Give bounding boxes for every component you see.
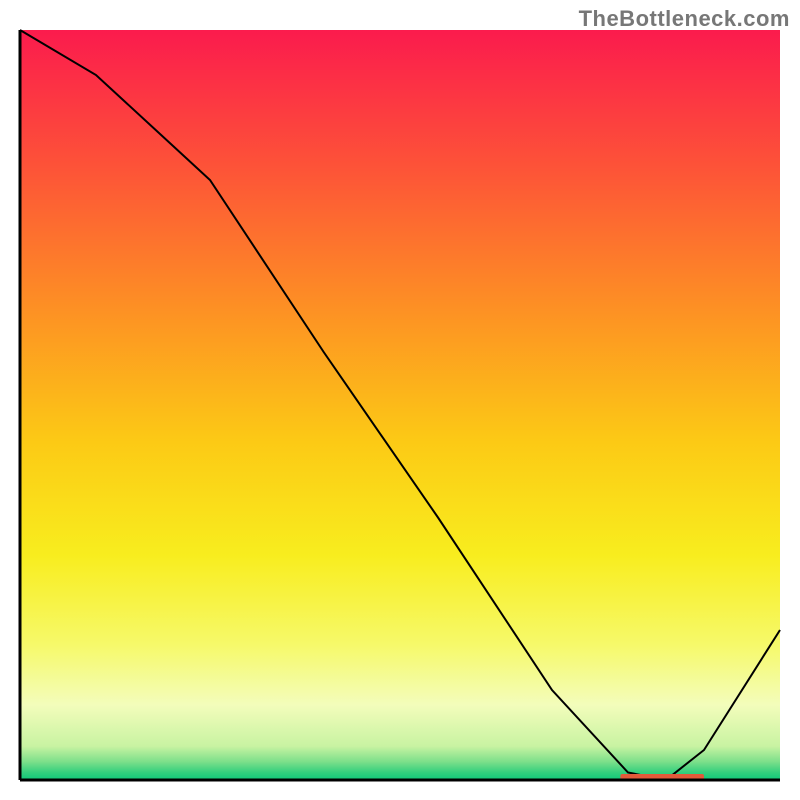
chart-container: TheBottleneck.com [0,0,800,800]
chart-svg [0,0,800,800]
chart-plot-area [20,30,780,780]
chart-gradient-rect [20,30,780,780]
